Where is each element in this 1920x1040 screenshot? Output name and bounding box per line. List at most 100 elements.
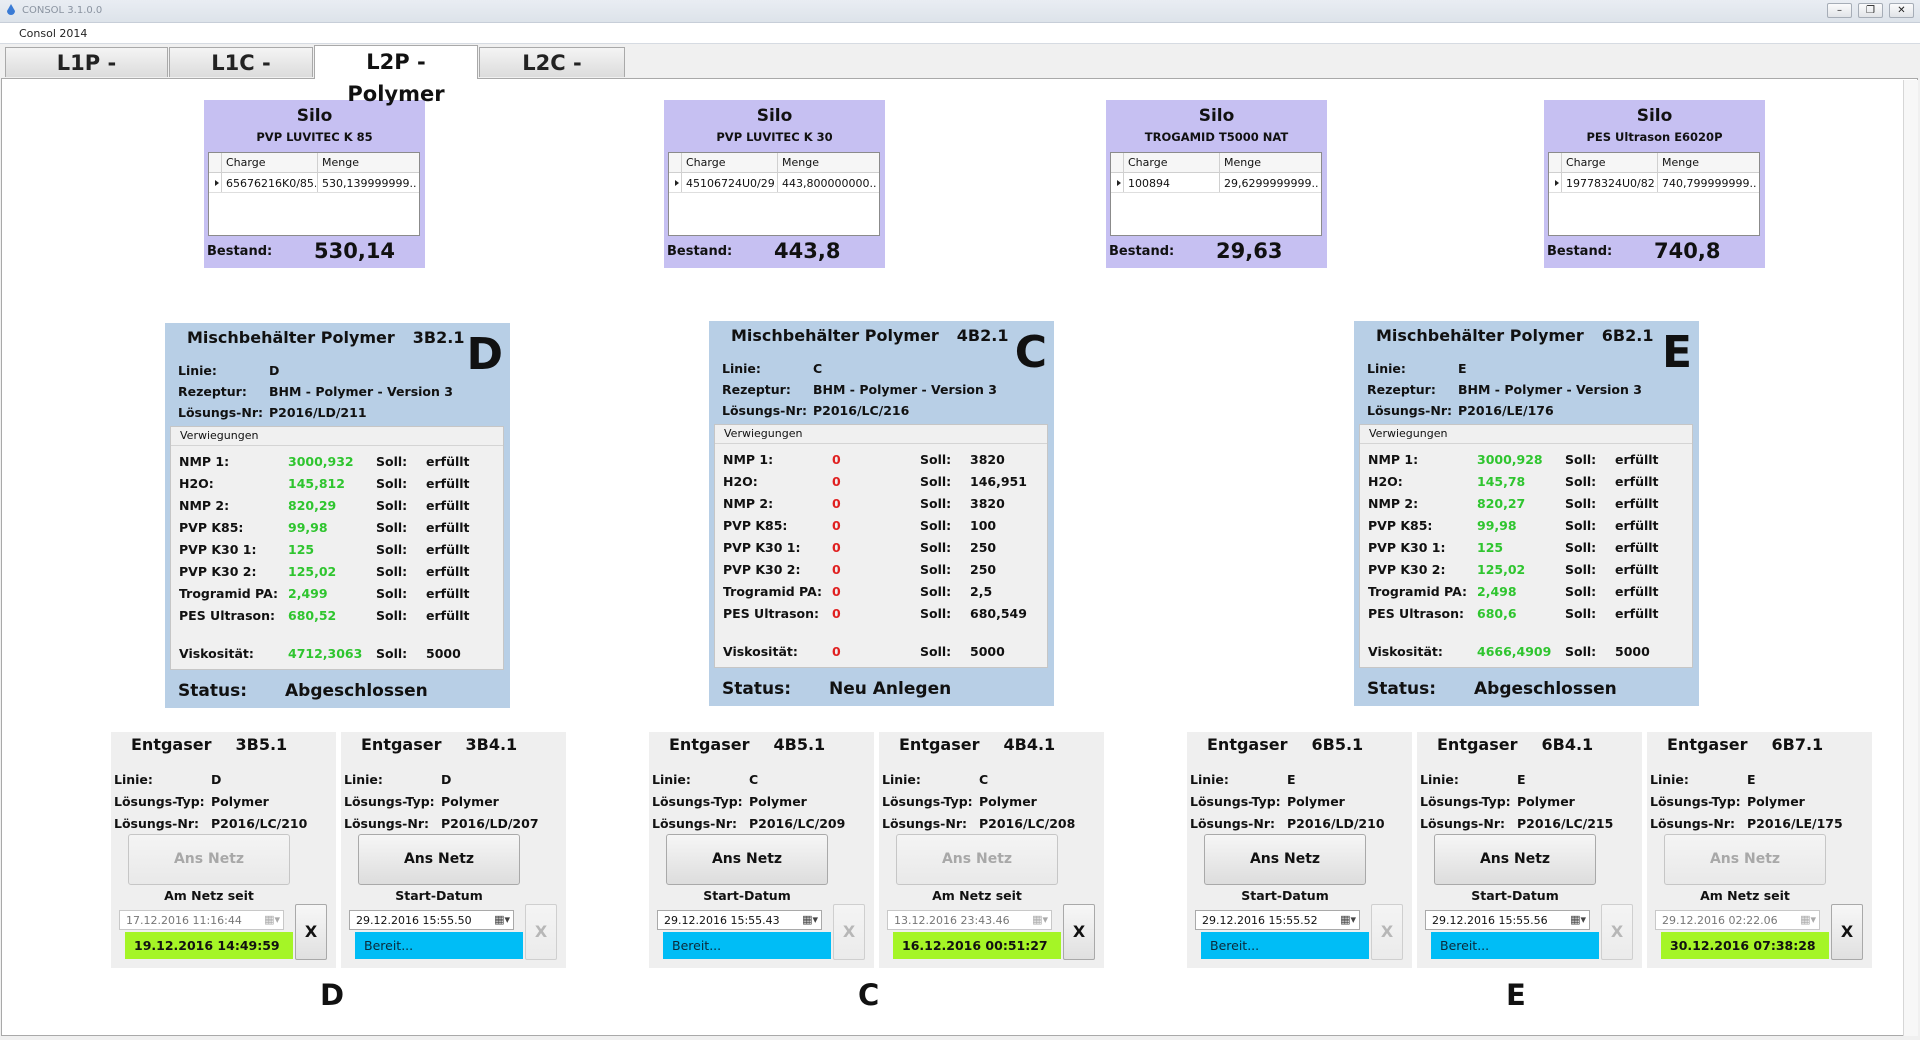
stop-x-button[interactable]: X bbox=[1371, 904, 1403, 960]
soll-label: Soll: bbox=[920, 496, 952, 511]
degasser-title-label: Entgaser bbox=[1207, 735, 1288, 754]
stop-x-button[interactable]: X bbox=[1063, 904, 1095, 960]
linie-value: D bbox=[441, 772, 452, 787]
grid-col-menge-header: Menge bbox=[1224, 156, 1261, 169]
tab-l1c-center[interactable]: L1C - Center bbox=[169, 47, 313, 105]
loesungs-nr-label: Lösungs-Nr: bbox=[722, 403, 807, 418]
status-value: Neu Anlegen bbox=[829, 679, 952, 699]
linie-label: Linie: bbox=[1650, 772, 1689, 787]
silo-product-name: PES Ultrason E6020P bbox=[1586, 130, 1723, 144]
soll-label: Soll: bbox=[1565, 540, 1597, 555]
viskositaet-label: Viskosität: bbox=[1368, 644, 1443, 659]
date-time-picker[interactable]: 13.12.2016 23:43.46 ▦▾ bbox=[887, 910, 1052, 930]
weighing-label: PVP K30 2: bbox=[1368, 562, 1446, 577]
ans-netz-button[interactable]: Ans Netz bbox=[896, 834, 1058, 885]
degasser-id: 4B4.1 bbox=[1003, 735, 1056, 754]
table-row[interactable]: 100894 29,6299999999... bbox=[1111, 173, 1321, 193]
menu-item-consol[interactable]: Consol 2014 bbox=[19, 27, 87, 40]
calendar-dropdown-icon[interactable]: ▦▾ bbox=[1340, 913, 1356, 926]
silo-title: Silo bbox=[1198, 106, 1235, 126]
date-time-value: 29.12.2016 15:55.52 bbox=[1202, 914, 1318, 927]
soll-label: Soll: bbox=[1565, 584, 1597, 599]
date-time-picker[interactable]: 17.12.2016 11:16:44 ▦▾ bbox=[119, 910, 284, 930]
stop-x-button[interactable]: X bbox=[1601, 904, 1633, 960]
viskositaet-label: Viskosität: bbox=[723, 644, 798, 659]
degasser-title-label: Entgaser bbox=[899, 735, 980, 754]
charge-grid[interactable]: Charge Menge 19778324U0/82.3 740,799999999.… bbox=[1548, 152, 1760, 236]
linie-value: D bbox=[269, 363, 280, 378]
calendar-dropdown-icon[interactable]: ▦▾ bbox=[1800, 913, 1816, 926]
loesungs-typ-value: Polymer bbox=[1747, 794, 1805, 809]
soll-value: erfüllt bbox=[1615, 452, 1659, 467]
table-row[interactable]: 45106724U0/29.2 443,800000000... bbox=[669, 173, 879, 193]
weighing-label: PVP K30 1: bbox=[179, 542, 257, 557]
weighing-label: PVP K30 1: bbox=[723, 540, 801, 555]
soll-label: Soll: bbox=[376, 542, 408, 557]
charge-grid[interactable]: Charge Menge 100894 29,6299999999... bbox=[1110, 152, 1322, 236]
ans-netz-button[interactable]: Ans Netz bbox=[358, 834, 520, 885]
loesungs-nr-label: Lösungs-Nr: bbox=[652, 816, 737, 831]
soll-label: Soll: bbox=[376, 476, 408, 491]
linie-label: Linie: bbox=[178, 363, 217, 378]
vertical-scrollbar[interactable] bbox=[1903, 80, 1918, 1036]
soll-label: Soll: bbox=[376, 520, 408, 535]
ans-netz-button[interactable]: Ans Netz bbox=[128, 834, 290, 885]
soll-label: Soll: bbox=[1565, 562, 1597, 577]
tab-l2c-center[interactable]: L2C - Center bbox=[479, 47, 625, 105]
loesungs-nr-value: P2016/LC/208 bbox=[979, 816, 1076, 831]
bestand-label: Bestand: bbox=[207, 244, 273, 259]
weighing-label: PES Ultrason: bbox=[179, 608, 275, 623]
calendar-dropdown-icon[interactable]: ▦▾ bbox=[264, 913, 280, 926]
ans-netz-button[interactable]: Ans Netz bbox=[1664, 834, 1826, 885]
weighing-value: 0 bbox=[832, 562, 841, 577]
close-button[interactable]: ✕ bbox=[1889, 3, 1914, 18]
charge-grid[interactable]: Charge Menge 45106724U0/29.2 443,800000000.… bbox=[668, 152, 880, 236]
weighing-value: 99,98 bbox=[288, 520, 328, 535]
mixer-id: 4B2.1 bbox=[956, 326, 1009, 345]
calendar-dropdown-icon[interactable]: ▦▾ bbox=[494, 913, 510, 926]
stop-x-button[interactable]: X bbox=[833, 904, 865, 960]
grid-col-charge-header: Charge bbox=[1566, 156, 1606, 169]
degasser-title: Entgaser 3B4.1 bbox=[361, 735, 517, 754]
date-time-picker[interactable]: 29.12.2016 15:55.56 ▦▾ bbox=[1425, 910, 1590, 930]
grid-header-row: Charge Menge bbox=[1549, 153, 1759, 173]
soll-value: erfüllt bbox=[426, 586, 470, 601]
tab-l1p-polymer[interactable]: L1P - Polymer bbox=[5, 47, 168, 105]
charge-grid[interactable]: Charge Menge 65676216K0/85.7 530,139999999.… bbox=[208, 152, 420, 236]
soll-label: Soll: bbox=[1565, 518, 1597, 533]
cell-charge: 45106724U0/29.2 bbox=[686, 177, 776, 190]
soll-value: erfüllt bbox=[426, 498, 470, 513]
ans-netz-button[interactable]: Ans Netz bbox=[1204, 834, 1366, 885]
group-label-e: E bbox=[1506, 978, 1526, 1012]
date-time-picker[interactable]: 29.12.2016 15:55.52 ▦▾ bbox=[1195, 910, 1360, 930]
weighing-label: H2O: bbox=[179, 476, 214, 491]
degasser-title: Entgaser 4B5.1 bbox=[669, 735, 825, 754]
silo-panel-k30: Silo PVP LUVITEC K 30 Charge Menge 45106724U… bbox=[664, 100, 885, 268]
table-row[interactable]: 65676216K0/85.7 530,139999999... bbox=[209, 173, 419, 193]
cell-menge: 530,139999999... bbox=[322, 177, 417, 190]
date-time-picker[interactable]: 29.12.2016 15:55.50 ▦▾ bbox=[349, 910, 514, 930]
soll-value: 2,5 bbox=[970, 584, 993, 599]
silo-panel-pes: Silo PES Ultrason E6020P Charge Menge 197783… bbox=[1544, 100, 1765, 268]
date-time-picker[interactable]: 29.12.2016 02:22.06 ▦▾ bbox=[1655, 910, 1820, 930]
table-row[interactable]: 19778324U0/82.3 740,799999999... bbox=[1549, 173, 1759, 193]
calendar-dropdown-icon[interactable]: ▦▾ bbox=[1570, 913, 1586, 926]
degasser-title: Entgaser 6B7.1 bbox=[1667, 735, 1823, 754]
window-title: CONSOL 3.1.0.0 bbox=[22, 5, 103, 16]
restore-button[interactable]: ❐ bbox=[1858, 3, 1883, 18]
calendar-dropdown-icon[interactable]: ▦▾ bbox=[1032, 913, 1048, 926]
verwiegungen-panel: Verwiegungen NMP 1: 3000,928 Soll: erfüllt H2… bbox=[1359, 424, 1693, 668]
loesungs-nr-value: P2016/LC/210 bbox=[211, 816, 308, 831]
stop-x-button[interactable]: X bbox=[295, 904, 327, 960]
ans-netz-button[interactable]: Ans Netz bbox=[666, 834, 828, 885]
calendar-dropdown-icon[interactable]: ▦▾ bbox=[802, 913, 818, 926]
weighing-value: 0 bbox=[832, 540, 841, 555]
weighing-value: 680,6 bbox=[1477, 606, 1517, 621]
tab-l2p-polymer[interactable]: L2P - Polymer bbox=[314, 45, 478, 106]
minimize-button[interactable]: – bbox=[1827, 3, 1852, 18]
date-time-picker[interactable]: 29.12.2016 15:55.43 ▦▾ bbox=[657, 910, 822, 930]
ans-netz-button[interactable]: Ans Netz bbox=[1434, 834, 1596, 885]
stop-x-button[interactable]: X bbox=[525, 904, 557, 960]
soll-label: Soll: bbox=[376, 564, 408, 579]
stop-x-button[interactable]: X bbox=[1831, 904, 1863, 960]
